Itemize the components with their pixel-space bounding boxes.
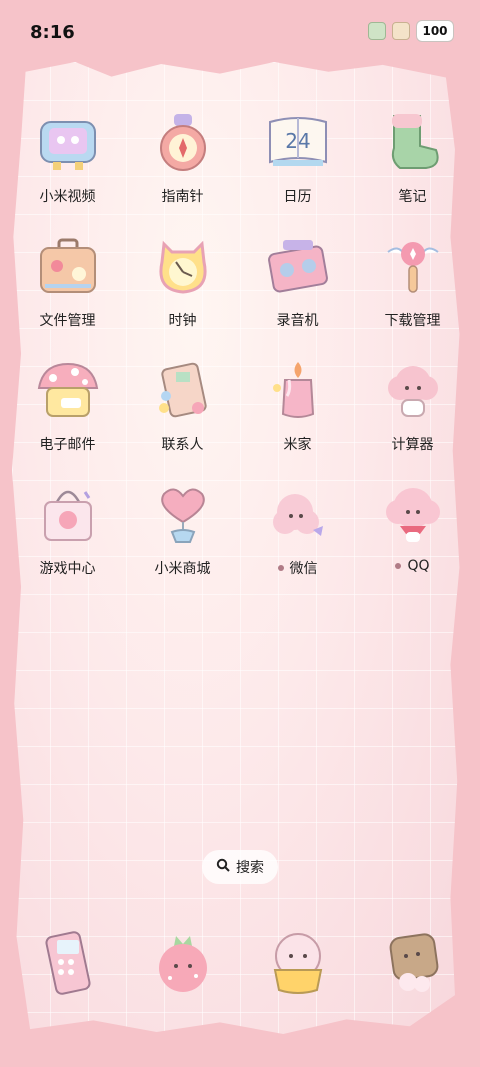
calendar-icon: 24 [265,110,331,176]
new-badge-dot [277,565,284,571]
candle-icon [265,358,331,424]
cotton-cloud-icon [265,482,331,548]
app-label: 电子邮件 [39,437,96,453]
cloud-creature-icon [380,358,446,424]
status-time: 8:16 [30,22,75,43]
app-compass[interactable]: 指南针 [125,110,240,206]
dock [10,928,470,998]
contacts-book-icon [150,358,216,424]
app-mi-store[interactable]: 小米商城 [125,482,240,578]
app-label: 指南针 [161,189,204,205]
app-label-text: 微信 [289,561,318,577]
app-contacts[interactable]: 联系人 [125,358,240,454]
tv-icon [35,110,101,176]
search-icon [216,858,230,876]
heart-balloon-icon [150,482,216,548]
sock-icon [380,110,446,176]
battery-indicator: 100 [416,20,454,42]
search-label: 搜索 [236,860,264,876]
app-label: 录音机 [276,313,319,329]
signal-icon [368,22,386,40]
app-label-text: QQ [407,558,430,574]
app-label: 小米视频 [39,189,96,205]
app-mi-video[interactable]: 小米视频 [10,110,125,206]
app-qq[interactable]: QQ [355,482,470,578]
app-label: 小米商城 [154,561,211,577]
app-game-center[interactable]: 游戏中心 [10,482,125,578]
app-wechat[interactable]: 微信 [240,482,355,578]
new-badge-dot [395,563,402,569]
phone-icon[interactable] [33,928,103,998]
status-bar: 8:16 100 [0,0,480,62]
app-label: 日历 [283,189,312,205]
wand-icon [380,234,446,300]
tote-bag-icon [35,482,101,548]
calendar-day: 24 [285,129,310,153]
clock-icon [150,234,216,300]
wifi-icon [392,22,410,40]
status-icons: 100 [368,20,454,42]
strawberry-icon[interactable] [148,928,218,998]
search-button[interactable]: 搜索 [202,850,278,884]
donut-cup-icon[interactable] [263,928,333,998]
cassette-icon [265,234,331,300]
app-calendar[interactable]: 24 日历 [240,110,355,206]
app-clock[interactable]: 时钟 [125,234,240,330]
compass-icon [150,110,216,176]
app-label: 时钟 [168,313,197,329]
app-label: 游戏中心 [39,561,96,577]
app-label: 米家 [283,437,312,453]
app-mihome[interactable]: 米家 [240,358,355,454]
app-label: 联系人 [161,437,204,453]
app-label: 下载管理 [384,313,441,329]
app-label: 文件管理 [39,313,96,329]
fluffy-bun-icon [380,482,446,548]
mushroom-house-icon [35,358,101,424]
suitcase-icon [35,234,101,300]
app-label: 笔记 [398,189,427,205]
app-notes[interactable]: 笔记 [355,110,470,206]
app-files[interactable]: 文件管理 [10,234,125,330]
app-downloads[interactable]: 下载管理 [355,234,470,330]
toast-icon[interactable] [378,928,448,998]
app-label: 微信 [277,558,318,578]
app-email[interactable]: 电子邮件 [10,358,125,454]
app-grid: 小米视频 指南针 24 日历 笔记 文件管理 时钟 录音机 下载管理 电子邮件 … [10,110,470,578]
app-label: QQ [395,558,430,574]
app-calculator[interactable]: 计算器 [355,358,470,454]
app-recorder[interactable]: 录音机 [240,234,355,330]
app-label: 计算器 [391,437,434,453]
